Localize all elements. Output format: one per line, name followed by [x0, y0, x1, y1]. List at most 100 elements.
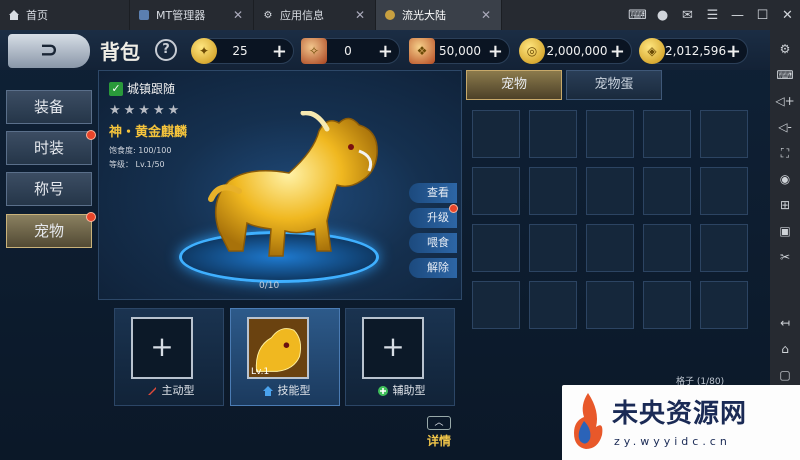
grid-cell[interactable] — [529, 110, 577, 158]
tab-home[interactable]: 首页 — [0, 0, 130, 30]
side-menu-title[interactable]: 称号 — [6, 172, 92, 206]
tab-pet-egg[interactable]: 宠物蛋 — [566, 70, 662, 100]
close-icon[interactable]: ✕ — [775, 8, 800, 23]
add-button[interactable]: + — [378, 41, 393, 62]
detail-button[interactable]: ︿ 详情 — [424, 416, 454, 449]
notification-badge — [86, 212, 96, 222]
home-icon — [8, 9, 20, 21]
tab-label: 首页 — [26, 9, 48, 22]
scroll-icon: ✧ — [301, 38, 327, 64]
scissors-icon[interactable]: ✂ — [780, 244, 790, 270]
grid-cell[interactable] — [586, 110, 634, 158]
grid-cell[interactable] — [700, 281, 748, 329]
maximize-icon[interactable]: ☐ — [750, 8, 775, 23]
add-icon[interactable]: ⊞ — [780, 192, 790, 218]
add-button[interactable]: + — [726, 41, 741, 62]
grid-cell[interactable] — [529, 167, 577, 215]
volume-up-icon[interactable]: ◁+ — [775, 88, 794, 114]
tab-pet[interactable]: 宠物 — [466, 70, 562, 100]
grid-cell[interactable] — [529, 281, 577, 329]
ticket-icon: ❖ — [409, 38, 435, 64]
help-button[interactable]: ? — [155, 39, 177, 61]
tab-label: 应用信息 — [280, 9, 324, 22]
gold-ingot-icon: ◈ — [639, 38, 665, 64]
add-button[interactable]: + — [272, 41, 287, 62]
settings-icon[interactable]: ⚙ — [780, 36, 791, 62]
feed-button[interactable]: 喂食 — [409, 233, 457, 253]
pet-display-panel: ✓ 城镇跟随 ★★★★★ 神・黄金麒麟 饱食度: 100/100 等级： Lv.… — [98, 70, 462, 300]
tab-label: 流光大陆 — [402, 9, 446, 22]
back-icon[interactable]: ↤ — [780, 310, 790, 336]
pet-satiety: 饱食度: 100/100 — [109, 146, 172, 155]
mail-icon[interactable]: ✉ — [675, 8, 700, 23]
tab-mt-manager[interactable]: MT管理器 ✕ — [130, 0, 254, 30]
silver-coin-icon: ◎ — [519, 38, 545, 64]
close-icon[interactable]: ✕ — [481, 8, 491, 22]
flame-logo-icon — [574, 393, 603, 449]
slot-label: 技能型 — [277, 384, 311, 397]
volume-down-icon[interactable]: ◁- — [778, 114, 792, 140]
side-menu-equipment[interactable]: 装备 — [6, 90, 92, 124]
resource-ingot: ◈ 2,012,596 + — [639, 38, 748, 64]
grid-cell[interactable] — [472, 224, 520, 272]
chevron-up-icon: ︿ — [427, 416, 451, 430]
slot-skill[interactable]: Lv.1 技能型 — [230, 308, 340, 406]
grid-cell[interactable] — [643, 110, 691, 158]
add-button[interactable]: + — [610, 41, 625, 62]
side-menu-pet[interactable]: 宠物 — [6, 214, 92, 248]
minimize-icon[interactable]: — — [725, 8, 750, 23]
slot-label-row: 技能型 — [231, 382, 341, 398]
grid-cell[interactable] — [643, 167, 691, 215]
pet-level: 等级： Lv.1/50 — [109, 160, 165, 169]
keyboard-icon[interactable]: ⌨ — [776, 62, 793, 88]
grid-cell[interactable] — [472, 281, 520, 329]
grid-cell[interactable] — [586, 281, 634, 329]
slot-label-row: 主动型 — [115, 382, 225, 398]
detail-label: 详情 — [426, 434, 451, 448]
resource-ticket: ❖ 50,000 + — [409, 38, 510, 64]
back-button[interactable]: ⊃ — [8, 34, 90, 68]
slot-support[interactable]: + 辅助型 — [345, 308, 455, 406]
fullscreen-icon[interactable]: ⛶ — [781, 140, 789, 166]
grid-cell[interactable] — [643, 224, 691, 272]
pet-grid — [472, 110, 754, 332]
view-button[interactable]: 查看 — [409, 183, 457, 203]
grid-cell[interactable] — [529, 224, 577, 272]
notification-badge — [86, 130, 96, 140]
tab-app-info[interactable]: ⚙ 应用信息 ✕ — [254, 0, 376, 30]
pet-name: 神・黄金麒麟 — [109, 125, 188, 140]
tab-bar: 首页 MT管理器 ✕ ⚙ 应用信息 ✕ 流光大陆 ✕ ⌨ ● ✉ ☰ — ☐ ✕ — [0, 0, 800, 30]
grid-cell[interactable] — [472, 167, 520, 215]
gamepad-icon[interactable]: ⌨ — [625, 8, 650, 23]
menu-icon[interactable]: ☰ — [700, 8, 725, 23]
add-slot-button[interactable]: + — [362, 317, 424, 379]
town-follow-toggle[interactable]: ✓ 城镇跟随 — [109, 80, 175, 97]
slot-label: 辅助型 — [392, 384, 426, 397]
tab-game[interactable]: 流光大陆 ✕ — [376, 0, 502, 30]
resource-value: 25 — [232, 44, 248, 58]
resource-value: 50,000 — [439, 44, 481, 58]
apk-icon[interactable]: ▣ — [779, 218, 790, 244]
record-icon[interactable]: ◉ — [780, 166, 790, 192]
grid-cell[interactable] — [472, 110, 520, 158]
user-icon[interactable]: ● — [650, 8, 675, 23]
release-button[interactable]: 解除 — [409, 258, 457, 278]
grid-cell[interactable] — [586, 167, 634, 215]
slot-active[interactable]: + 主动型 — [114, 308, 224, 406]
app-icon — [138, 9, 150, 21]
watermark-url: zy.wyyidc.cn — [614, 435, 731, 448]
add-button[interactable]: + — [488, 41, 503, 62]
game-icon — [384, 9, 396, 21]
grid-cell[interactable] — [700, 167, 748, 215]
grid-cell[interactable] — [643, 281, 691, 329]
add-slot-button[interactable]: + — [131, 317, 193, 379]
home-icon[interactable]: ⌂ — [781, 336, 789, 362]
close-icon[interactable]: ✕ — [233, 8, 243, 22]
side-menu-fashion[interactable]: 时装 — [6, 131, 92, 165]
grid-cell[interactable] — [700, 224, 748, 272]
grid-cell[interactable] — [700, 110, 748, 158]
grid-cell[interactable] — [586, 224, 634, 272]
close-icon[interactable]: ✕ — [355, 8, 365, 22]
slot-label-row: 辅助型 — [346, 382, 456, 398]
tab-label: MT管理器 — [156, 9, 206, 22]
